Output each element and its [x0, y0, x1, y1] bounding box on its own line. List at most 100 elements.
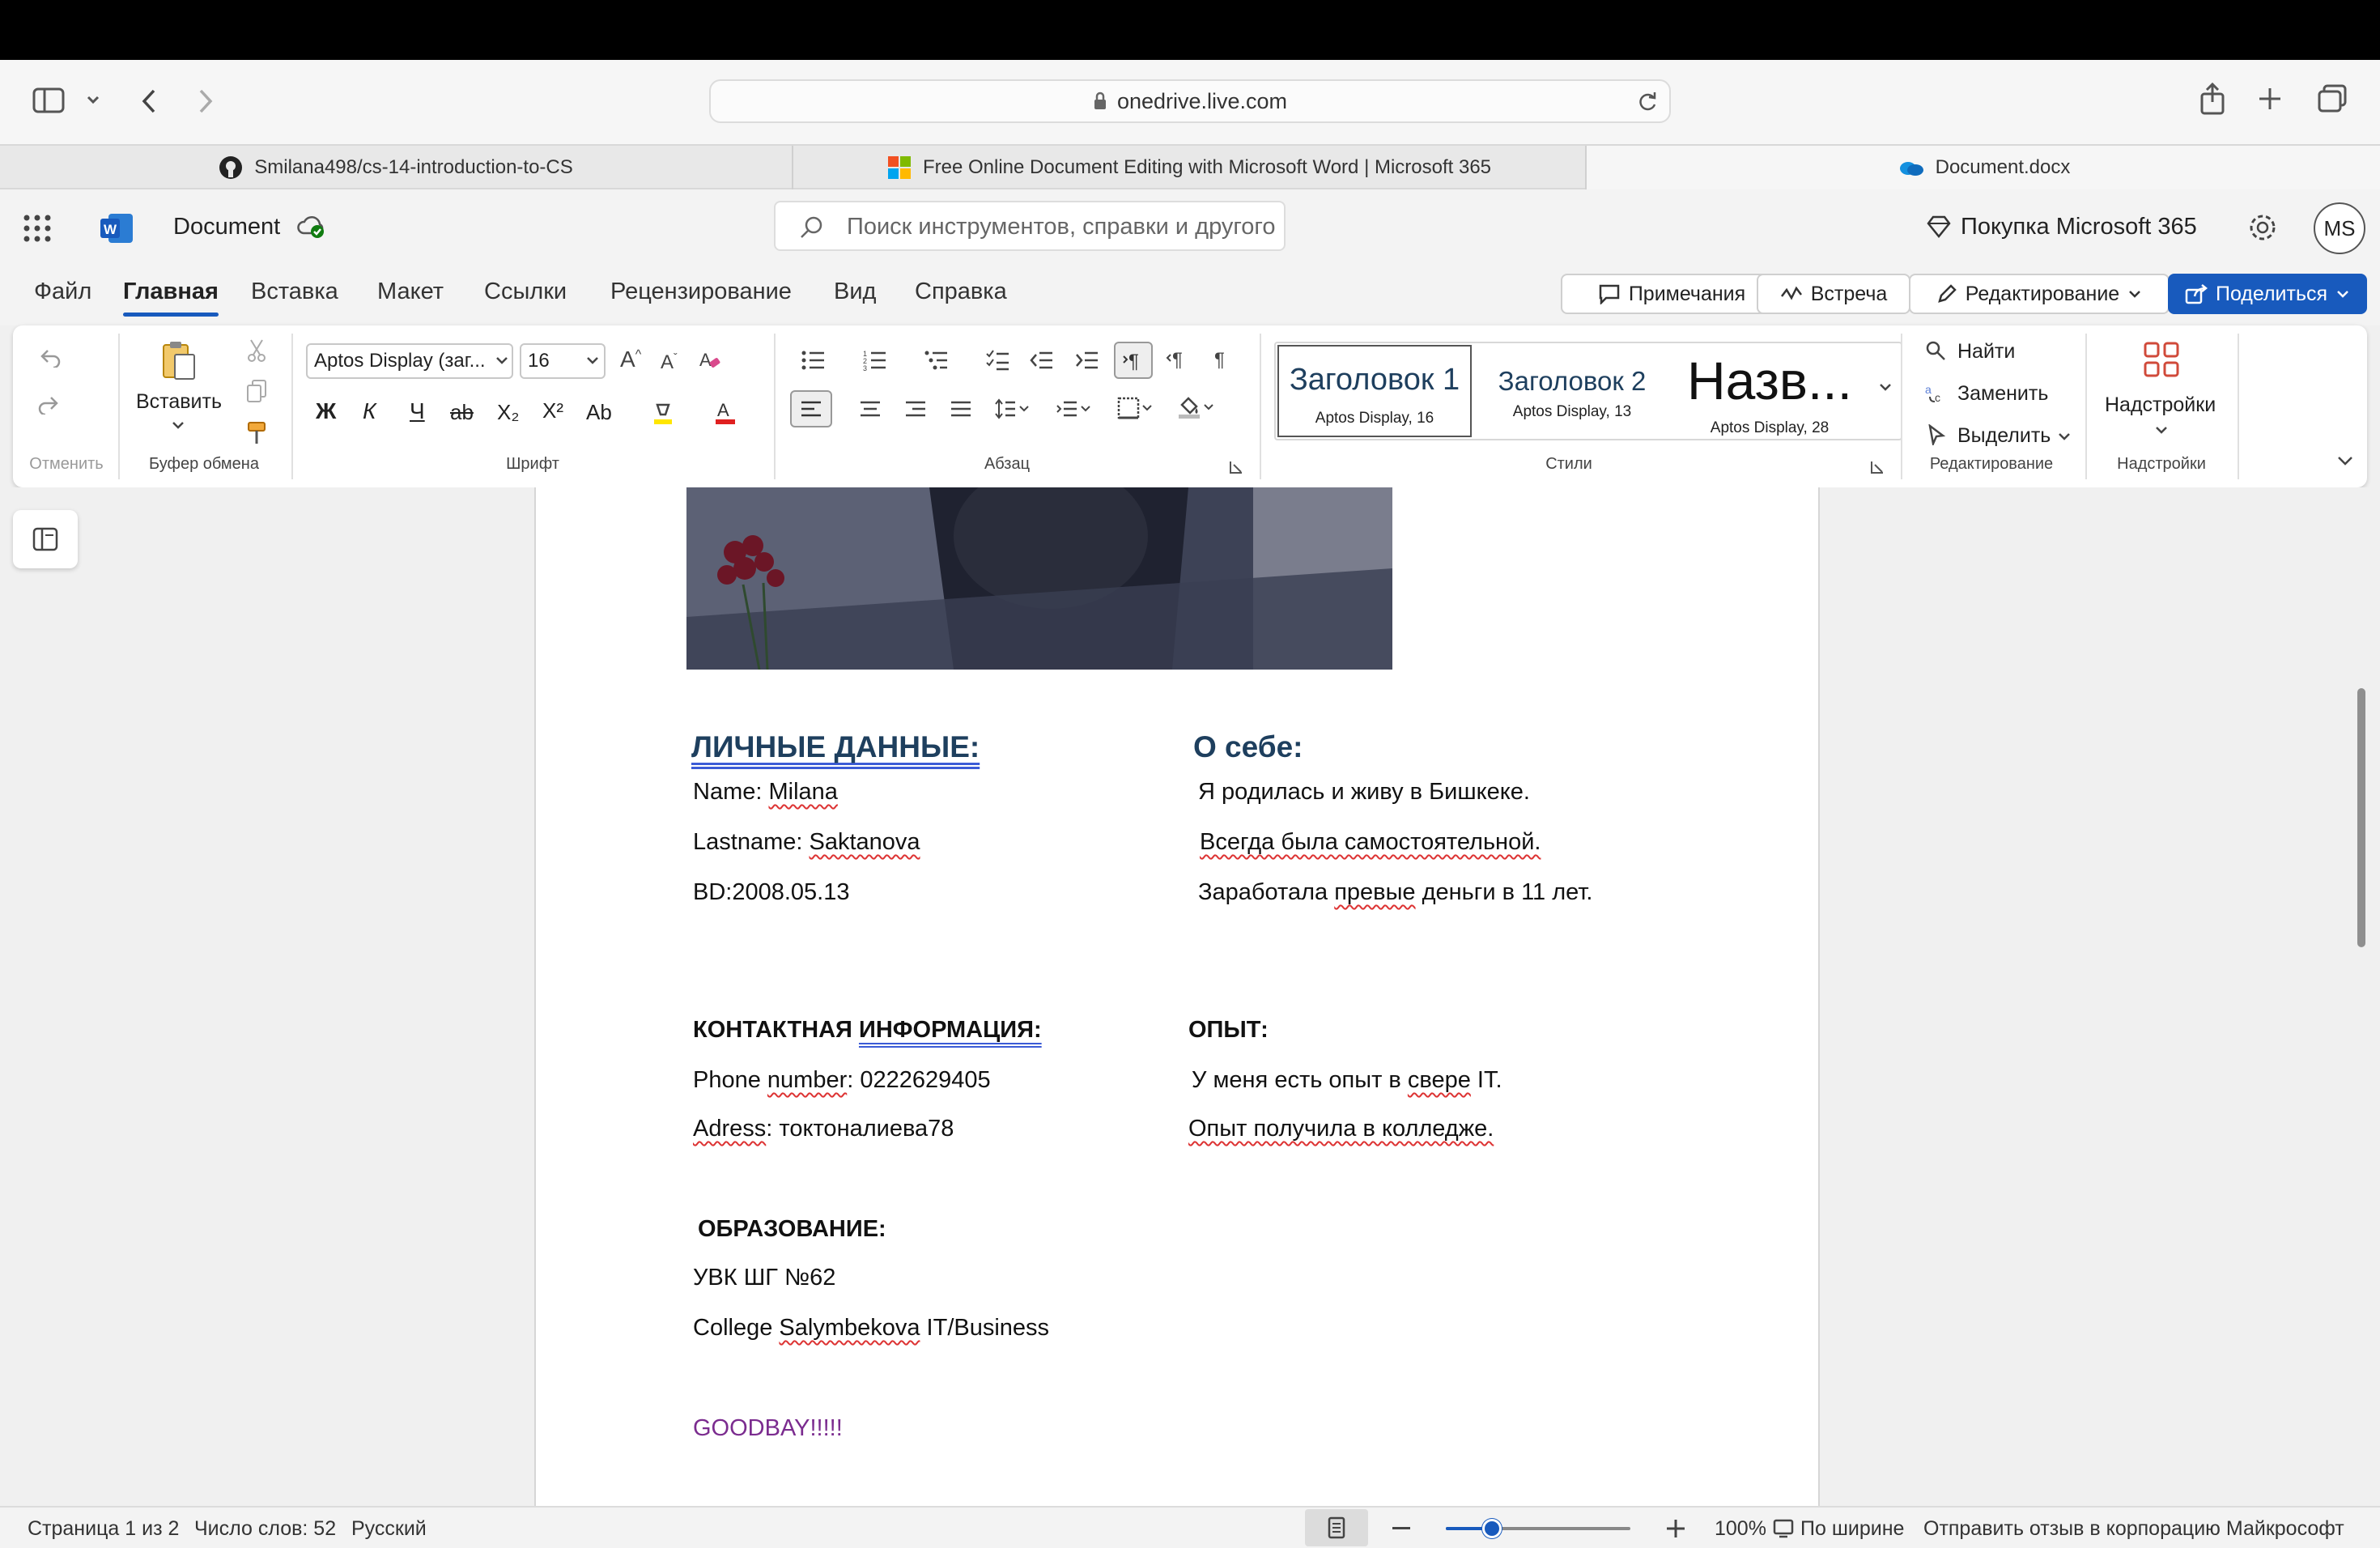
education-line-1[interactable]: УВК ШГ №62 — [693, 1265, 835, 1291]
personal-data-heading[interactable]: ЛИЧНЫЕ ДАННЫЕ: — [691, 730, 980, 764]
redo-icon[interactable] — [37, 393, 62, 415]
chevron-down-icon[interactable] — [172, 421, 185, 429]
tab-review[interactable]: Рецензирование — [610, 279, 792, 305]
clear-formatting-icon[interactable]: A — [698, 348, 722, 372]
format-painter-icon[interactable] — [246, 421, 267, 445]
sidebar-toggle-icon[interactable] — [32, 87, 65, 113]
lastname-line[interactable]: Lastname: Saktanova — [693, 829, 920, 856]
replace-icon[interactable]: ac — [1925, 382, 1948, 403]
rtl-paragraph-icon[interactable]: ¶ — [1166, 348, 1188, 369]
search-box[interactable]: Поиск инструментов, справки и другого — [774, 201, 1286, 251]
education-heading[interactable]: ОБРАЗОВАНИЕ: — [698, 1216, 886, 1243]
cut-icon[interactable] — [246, 338, 267, 363]
reload-icon[interactable] — [1637, 91, 1658, 113]
page-count[interactable]: Страница 1 из 2 — [28, 1517, 179, 1541]
strikethrough-button[interactable]: ab — [450, 400, 474, 425]
navigation-pane-button[interactable] — [13, 510, 78, 568]
back-icon[interactable] — [139, 87, 159, 115]
bold-button[interactable]: Ж — [316, 398, 336, 424]
goodbye-line[interactable]: GOODBAY!!!!! — [693, 1415, 843, 1442]
chevron-down-icon[interactable] — [2155, 426, 2168, 434]
replace-button[interactable]: Заменить — [1957, 382, 2048, 406]
decrease-indent-icon[interactable] — [1030, 350, 1054, 371]
address-bar[interactable]: onedrive.live.com — [709, 79, 1671, 123]
experience-line-1[interactable]: У меня есть опыт в свере IT. — [1192, 1067, 1502, 1094]
tab-insert[interactable]: Вставка — [251, 279, 338, 305]
document-title[interactable]: Document — [173, 214, 280, 240]
copy-icon[interactable] — [246, 379, 267, 403]
tab-layout[interactable]: Макет — [377, 279, 444, 305]
addins-button[interactable]: Надстройки — [2105, 393, 2216, 417]
font-color-icon[interactable]: A — [714, 400, 737, 426]
undo-icon[interactable] — [37, 347, 62, 368]
show-formatting-icon[interactable]: ¶ — [1213, 348, 1232, 369]
find-button[interactable]: Найти — [1957, 340, 2015, 364]
style-heading-1[interactable]: Заголовок 1 Aptos Display, 16 — [1277, 345, 1472, 437]
birthdate-line[interactable]: BD:2008.05.13 — [693, 879, 849, 906]
ltr-paragraph-icon[interactable]: ¶ — [1114, 342, 1153, 379]
word-count[interactable]: Число слов: 52 — [194, 1517, 336, 1541]
checklist-icon[interactable] — [986, 350, 1010, 371]
styles-more-icon[interactable] — [1878, 382, 1893, 392]
underline-button[interactable]: Ч — [410, 398, 425, 424]
line-spacing-icon[interactable] — [994, 398, 1030, 419]
styles-dialog-launcher-icon[interactable] — [1870, 460, 1885, 474]
about-line-3[interactable]: Заработала превые деньги в 11 лет. — [1198, 879, 1592, 906]
feedback-link[interactable]: Отправить отзыв в корпорацию Майкрософт — [1923, 1517, 2344, 1541]
paragraph-spacing-icon[interactable] — [1056, 398, 1091, 419]
paste-label[interactable]: Вставить — [136, 390, 222, 414]
shrink-font-icon[interactable]: Aˇ — [661, 351, 678, 372]
tab-github[interactable]: Smilana498/cs-14-introduction-to-CS — [0, 146, 793, 189]
tab-microsoft-word[interactable]: Free Online Document Editing with Micros… — [793, 146, 1587, 189]
bullets-icon[interactable] — [801, 350, 826, 371]
align-left-icon[interactable] — [790, 390, 832, 427]
fit-width-button[interactable]: По ширине — [1800, 1517, 1904, 1541]
document-scrollbar[interactable] — [2357, 688, 2365, 947]
tab-home[interactable]: Главная — [123, 279, 219, 317]
search-icon[interactable] — [1925, 340, 1946, 361]
zoom-level[interactable]: 100% — [1715, 1517, 1766, 1541]
cursor-icon[interactable] — [1927, 424, 1946, 445]
zoom-slider-thumb[interactable] — [1482, 1519, 1502, 1538]
education-line-2[interactable]: College Salymbekova IT/Business — [693, 1315, 1049, 1342]
about-heading[interactable]: О себе: — [1193, 730, 1303, 764]
experience-line-2[interactable]: Опыт получила в колледже. — [1188, 1116, 1494, 1142]
font-name-select[interactable]: Aptos Display (заг... — [306, 343, 513, 379]
zoom-out-icon[interactable] — [1392, 1527, 1410, 1529]
buy-microsoft-365-link[interactable]: Покупка Microsoft 365 — [1961, 214, 2197, 240]
contact-heading[interactable]: КОНТАКТНАЯ ИНФОРМАЦИЯ: — [693, 1017, 1042, 1044]
language-indicator[interactable]: Русский — [351, 1517, 427, 1541]
tab-document-docx[interactable]: Document.docx — [1587, 146, 2380, 189]
experience-heading[interactable]: ОПЫТ: — [1188, 1017, 1269, 1044]
grow-font-icon[interactable]: A^ — [620, 348, 641, 371]
paste-icon[interactable] — [160, 340, 196, 381]
cloud-saved-icon[interactable] — [296, 214, 325, 240]
superscript-button[interactable]: X² — [542, 398, 563, 423]
ribbon-collapse-icon[interactable] — [2336, 455, 2354, 466]
increase-indent-icon[interactable] — [1075, 350, 1099, 371]
document-page[interactable]: ЛИЧНЫЕ ДАННЫЕ: Name: Milana Lastname: Sa… — [534, 487, 1820, 1506]
avatar[interactable]: MS — [2314, 202, 2365, 254]
share-icon[interactable] — [2199, 83, 2226, 115]
borders-icon[interactable] — [1117, 397, 1153, 419]
addins-icon[interactable] — [2142, 340, 2181, 379]
meeting-button[interactable]: Встреча — [1757, 274, 1910, 314]
italic-button[interactable]: К — [363, 398, 376, 424]
print-layout-button[interactable] — [1305, 1509, 1368, 1546]
justify-icon[interactable] — [950, 400, 971, 418]
about-line-2[interactable]: Всегда была самостоятельной. — [1200, 829, 1541, 856]
subscript-button[interactable]: X₂ — [497, 400, 519, 425]
tab-references[interactable]: Ссылки — [484, 279, 567, 305]
align-center-icon[interactable] — [860, 400, 881, 418]
align-right-icon[interactable] — [905, 400, 926, 418]
forward-icon[interactable] — [196, 87, 215, 115]
gear-icon[interactable] — [2247, 212, 2278, 243]
tab-view[interactable]: Вид — [834, 279, 876, 305]
multilevel-list-icon[interactable] — [924, 350, 949, 371]
comments-button[interactable]: Примечания — [1561, 274, 1783, 314]
chevron-down-icon[interactable] — [2058, 432, 2071, 440]
tab-overview-icon[interactable] — [2317, 84, 2348, 113]
select-button[interactable]: Выделить — [1957, 424, 2051, 448]
zoom-in-icon[interactable] — [1666, 1519, 1685, 1538]
new-tab-icon[interactable] — [2257, 86, 2283, 112]
